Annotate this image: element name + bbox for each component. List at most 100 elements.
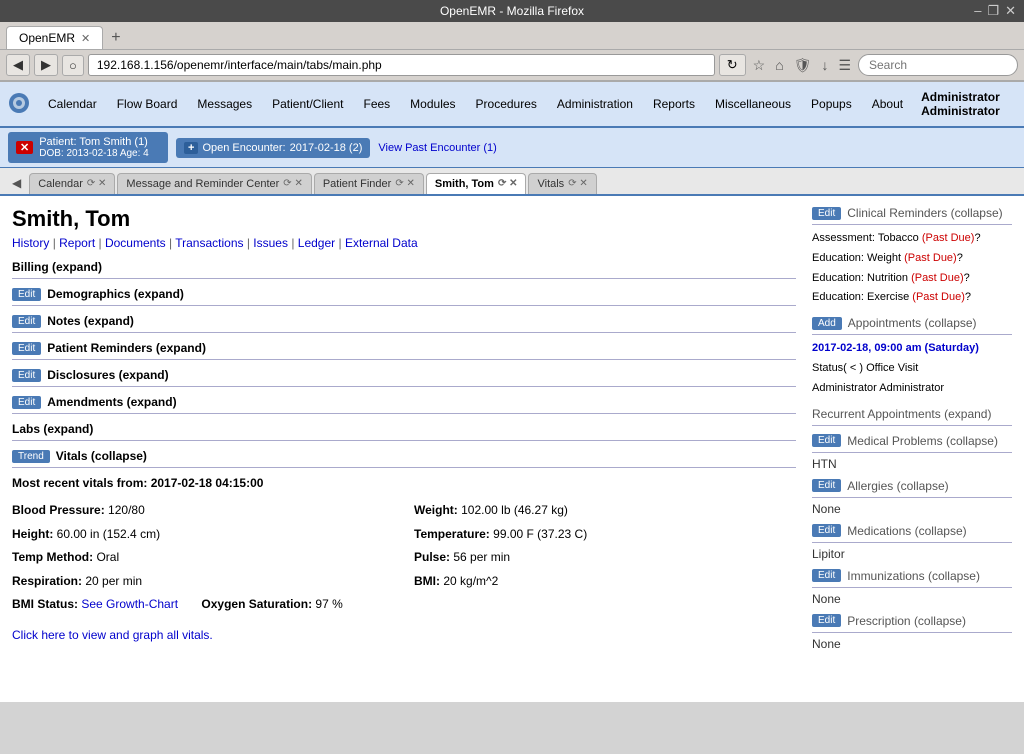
patient-header: ✕ Patient: Tom Smith (1) DOB: 2013-02-18…	[0, 128, 1024, 168]
tab-calendar-icons: ⟳ ✕	[87, 178, 107, 189]
appointments-header: Add Appointments (collapse)	[812, 316, 1012, 330]
menu-procedures[interactable]: Procedures	[466, 89, 547, 119]
weight-value: 102.00 lb (46.27 kg)	[461, 503, 568, 517]
patient-reminders-title: Patient Reminders (expand)	[47, 341, 206, 355]
prescription-edit-button[interactable]: Edit	[812, 614, 841, 627]
new-tab-button[interactable]: +	[105, 27, 126, 49]
report-link[interactable]: Report	[59, 236, 95, 250]
amendments-edit-button[interactable]: Edit	[12, 396, 41, 409]
encounter-label: Open Encounter:	[202, 142, 285, 154]
temp-method-label: Temp Method:	[12, 550, 93, 564]
labs-title: Labs (expand)	[12, 422, 93, 436]
shield-icon[interactable]: 🛡	[791, 55, 815, 76]
allergies-header: Edit Allergies (collapse)	[812, 479, 1012, 493]
issues-link[interactable]: Issues	[253, 236, 288, 250]
temperature-value: 99.00 F (37.23 C)	[493, 527, 587, 541]
tab-smith-tom[interactable]: Smith, Tom ⟳ ✕	[426, 173, 527, 194]
menu-icon[interactable]: ☰	[835, 55, 854, 76]
tab-calendar[interactable]: Calendar ⟳ ✕	[29, 173, 115, 194]
vitals-trend-button[interactable]: Trend	[12, 450, 50, 463]
plus-icon: +	[184, 142, 198, 154]
transactions-link[interactable]: Transactions	[175, 236, 243, 250]
download-icon[interactable]: ↓	[818, 55, 831, 75]
menu-flowboard[interactable]: Flow Board	[107, 89, 188, 119]
patient-reminders-edit-button[interactable]: Edit	[12, 342, 41, 355]
demographics-edit-button[interactable]: Edit	[12, 288, 41, 301]
history-link[interactable]: History	[12, 236, 49, 250]
allergies-value: None	[812, 502, 1012, 516]
medical-problems-header: Edit Medical Problems (collapse)	[812, 434, 1012, 448]
ledger-link[interactable]: Ledger	[298, 236, 335, 250]
medical-problems-edit-button[interactable]: Edit	[812, 434, 841, 447]
home-icon[interactable]: ⌂	[772, 55, 786, 75]
patient-name-value: Tom Smith (1)	[79, 136, 147, 148]
recurrent-appointments-title: Recurrent Appointments (expand)	[812, 407, 991, 421]
reload-button[interactable]: ↻	[719, 54, 746, 76]
tab-message-reminder[interactable]: Message and Reminder Center ⟳ ✕	[117, 173, 311, 194]
browser-tab-close[interactable]: ✕	[81, 32, 90, 45]
disclosures-edit-button[interactable]: Edit	[12, 369, 41, 382]
home-button[interactable]: ○	[62, 55, 84, 76]
reminder-weight: Education: Weight (Past Due)?	[812, 249, 1012, 269]
tab-patient-finder[interactable]: Patient Finder ⟳ ✕	[314, 173, 424, 194]
allergies-section: Edit Allergies (collapse) None	[812, 479, 1012, 516]
tab-left-arrow[interactable]: ◀	[6, 172, 27, 194]
medications-edit-button[interactable]: Edit	[812, 524, 841, 537]
clinical-reminders-edit-button[interactable]: Edit	[812, 207, 841, 220]
browser-tab-openemr[interactable]: OpenEMR ✕	[6, 26, 103, 49]
menu-reports[interactable]: Reports	[643, 89, 705, 119]
patient-tag: ✕ Patient: Tom Smith (1) DOB: 2013-02-18…	[8, 132, 168, 163]
recurrent-appointments-section: Recurrent Appointments (expand)	[812, 407, 1012, 426]
menu-administration[interactable]: Administration	[547, 89, 643, 119]
weight-row: Weight: 102.00 lb (46.27 kg)	[414, 500, 796, 522]
reminder-exercise-status: (Past Due)	[912, 291, 965, 303]
documents-link[interactable]: Documents	[105, 236, 166, 250]
medications-header: Edit Medications (collapse)	[812, 524, 1012, 538]
menu-fees[interactable]: Fees	[353, 89, 400, 119]
encounter-info: View Past Encounter (1)	[378, 142, 496, 154]
menu-about[interactable]: About	[862, 89, 913, 119]
vitals-title: Vitals (collapse)	[56, 449, 147, 463]
medications-title: Medications (collapse)	[847, 524, 966, 538]
allergies-edit-button[interactable]: Edit	[812, 479, 841, 492]
browser-search-input[interactable]	[858, 54, 1018, 76]
back-button[interactable]: ◀	[6, 54, 30, 76]
menu-popups[interactable]: Popups	[801, 89, 862, 119]
user-display: Administrator Administrator	[913, 82, 1016, 126]
tab-vitals[interactable]: Vitals ⟳ ✕	[528, 173, 596, 194]
immunizations-edit-button[interactable]: Edit	[812, 569, 841, 582]
appointments-add-button[interactable]: Add	[812, 317, 842, 330]
clinical-reminders-title: Clinical Reminders (collapse)	[847, 206, 1002, 220]
url-bar[interactable]	[88, 54, 715, 76]
notes-edit-button[interactable]: Edit	[12, 315, 41, 328]
menu-modules[interactable]: Modules	[400, 89, 465, 119]
menu-calendar[interactable]: Calendar	[38, 89, 107, 119]
oxygen-value: 97 %	[315, 597, 342, 611]
close-button[interactable]: ✕	[1005, 3, 1016, 19]
graph-vitals-link[interactable]: Click here to view and graph all vitals.	[12, 628, 213, 642]
height-row: Height: 60.00 in (152.4 cm)	[12, 524, 394, 546]
view-past-encounter-link[interactable]: View Past Encounter (1)	[378, 142, 496, 154]
menu-miscellaneous[interactable]: Miscellaneous	[705, 89, 801, 119]
bookmark-icon[interactable]: ☆	[750, 55, 769, 76]
temperature-row: Temperature: 99.00 F (37.23 C)	[414, 524, 796, 546]
bmi-status-link[interactable]: See Growth-Chart	[81, 597, 178, 611]
medications-value: Lipitor	[812, 547, 1012, 561]
immunizations-title: Immunizations (collapse)	[847, 569, 980, 583]
menu-patient-client[interactable]: Patient/Client	[262, 89, 353, 119]
left-panel: Smith, Tom History | Report | Documents …	[12, 206, 796, 659]
restore-button[interactable]: ❐	[987, 3, 999, 19]
external-data-link[interactable]: External Data	[345, 236, 418, 250]
app-menu: Calendar Flow Board Messages Patient/Cli…	[0, 82, 1024, 128]
tab-finder-icons: ⟳ ✕	[395, 178, 415, 189]
open-encounter-button[interactable]: + Open Encounter: 2017-02-18 (2)	[176, 138, 370, 158]
prescription-title: Prescription (collapse)	[847, 614, 966, 628]
allergies-title: Allergies (collapse)	[847, 479, 948, 493]
immunizations-value: None	[812, 592, 1012, 606]
bmi-status-label: BMI Status:	[12, 597, 78, 611]
reminders-list: Assessment: Tobacco (Past Due)? Educatio…	[812, 229, 1012, 308]
forward-button[interactable]: ▶	[34, 54, 58, 76]
minimize-button[interactable]: –	[974, 3, 981, 19]
close-x[interactable]: ✕	[16, 141, 33, 154]
menu-messages[interactable]: Messages	[187, 89, 262, 119]
